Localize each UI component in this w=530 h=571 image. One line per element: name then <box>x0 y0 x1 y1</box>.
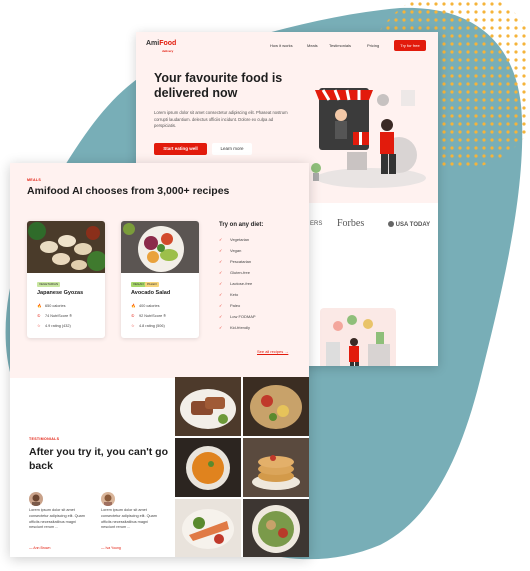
flame-icon: 🔥 <box>131 304 136 308</box>
testimonial-text: Lorem ipsum dolor sit amet consectetur a… <box>29 508 85 530</box>
meal-calories: 🔥 650 calories <box>37 304 66 308</box>
see-all-recipes-link[interactable]: See all recipes → <box>257 349 288 354</box>
meal-rating: ☆ 4.8 rating (506) <box>131 324 165 328</box>
nav-how-it-works[interactable]: How it works <box>270 43 293 48</box>
press-logo-usa-today: USA TODAY <box>388 221 430 228</box>
start-eating-button[interactable]: Start eating well <box>154 143 207 155</box>
food-photo <box>243 438 309 497</box>
tag-vegan: VEGAN <box>131 282 146 287</box>
diet-item: ✓ Keto <box>219 292 239 297</box>
meal-card[interactable]: VEGETARIAN Japanese Gyozas 🔥 650 calories… <box>27 221 105 338</box>
food-photo <box>175 438 241 497</box>
check-icon: ✓ <box>219 303 223 308</box>
check-icon: ✓ <box>219 292 223 297</box>
avatar <box>29 492 43 506</box>
nav-pricing[interactable]: Pricing <box>367 43 379 48</box>
try-for-free-button[interactable]: Try for free <box>394 40 426 51</box>
check-icon: ✓ <box>219 259 223 264</box>
meal-score: ♔ 92 NutriScore ® <box>131 314 167 318</box>
diet-item: ✓ Paleo <box>219 303 241 308</box>
nav-meals[interactable]: Meals <box>307 43 318 48</box>
testimonial-author: — Ann Brown <box>29 546 51 550</box>
press-logo-ers: ERS <box>310 221 323 227</box>
check-icon: ✓ <box>219 325 223 330</box>
award-icon: ♔ <box>131 314 135 318</box>
meal-calories: 🔥 400 calories <box>131 304 160 308</box>
food-photo <box>175 377 241 436</box>
food-photo <box>243 499 309 557</box>
gyozas-image <box>27 221 105 273</box>
logo-subtitle: delivery <box>162 49 174 53</box>
testimonials-title: After you try it, you can't go back <box>29 446 169 472</box>
landing-page-preview-front: MEALS Amifood AI chooses from 3,000+ rec… <box>10 163 309 557</box>
delivery-illustration <box>311 88 426 188</box>
nav-testimonials[interactable]: Testimonials <box>329 43 351 48</box>
food-photo-grid <box>175 377 309 557</box>
diet-list-title: Try on any diet: <box>219 222 264 228</box>
award-icon: ♔ <box>37 314 41 318</box>
usa-today-dot-icon <box>388 221 394 227</box>
testimonial-author: — Iva Young <box>101 546 121 550</box>
diet-item: ✓ Vegan <box>219 248 242 253</box>
diet-item: ✓ Vegetarian <box>219 237 250 242</box>
logo[interactable]: AmiFood <box>146 40 176 47</box>
avatar <box>101 492 115 506</box>
check-icon: ✓ <box>219 237 223 242</box>
hero-title: Your favourite food is delivered now <box>154 71 283 100</box>
check-icon: ✓ <box>219 248 223 253</box>
meals-title: Amifood AI chooses from 3,000+ recipes <box>27 185 230 197</box>
food-photo <box>243 377 309 436</box>
meal-card[interactable]: VEGAN PALEO Avocado Salad 🔥 400 calories … <box>121 221 199 338</box>
tag-vegetarian: VEGETARIAN <box>37 282 61 287</box>
testimonials-eyebrow: TESTIMONIALS <box>29 437 60 441</box>
testimonial-text: Lorem ipsum dolor sit amet consectetur a… <box>101 508 157 530</box>
check-icon: ✓ <box>219 281 223 286</box>
star-icon: ☆ <box>131 324 135 328</box>
hero-text: Lorem ipsum dolor sit amet consectetur a… <box>154 110 288 128</box>
press-logo-forbes: Forbes <box>337 218 365 229</box>
meal-name: Japanese Gyozas <box>37 290 84 296</box>
avocado-salad-image <box>121 221 199 273</box>
diet-item: ✓ Lactose-free <box>219 281 253 286</box>
diet-item: ✓ Low FODMAP <box>219 314 256 319</box>
star-icon: ☆ <box>37 324 41 328</box>
diet-item: ✓ Pescatarian <box>219 259 252 264</box>
cooking-illustration <box>320 308 396 366</box>
check-icon: ✓ <box>219 270 223 275</box>
meals-eyebrow: MEALS <box>27 178 42 182</box>
tag-paleo: PALEO <box>145 282 159 287</box>
learn-more-button[interactable]: Learn more <box>212 143 252 155</box>
meal-name: Avocado Salad <box>131 290 171 296</box>
flame-icon: 🔥 <box>37 304 42 308</box>
diet-item: ✓ Kid-friendly <box>219 325 251 330</box>
meal-score: ♔ 74 NutriScore ® <box>37 314 73 318</box>
food-photo <box>175 499 241 557</box>
diet-item: ✓ Gluten-free <box>219 270 251 275</box>
check-icon: ✓ <box>219 314 223 319</box>
meal-rating: ☆ 4.9 rating (432) <box>37 324 71 328</box>
